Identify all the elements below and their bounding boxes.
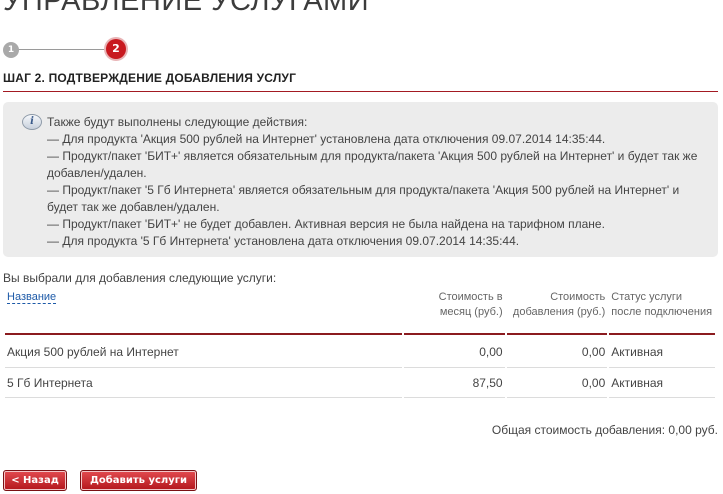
info-line: — Продукт/пакет '5 Гб Интернета' являетс… (47, 183, 680, 214)
info-box: i Также будут выполнены следующие действ… (3, 102, 718, 257)
total-cost: Общая стоимость добавления: 0,00 руб. (491, 423, 718, 437)
step-indicator: 1 2 (3, 39, 133, 61)
service-status: Активная (609, 368, 715, 398)
service-status: Активная (609, 335, 715, 368)
table-header-row: Название Стоимость в месяц (руб.) Стоимос… (5, 288, 715, 335)
monthly-cost: 87,50 (403, 368, 505, 398)
sort-by-name-link[interactable]: Название (7, 291, 57, 304)
column-header-name: Название (5, 288, 402, 335)
step-heading: ШАГ 2. ПОДТВЕРЖДЕНИЕ ДОБАВЛЕНИЯ УСЛУГ (3, 71, 297, 85)
info-icon: i (22, 114, 42, 130)
page-title: УПРАВЛЕНИЕ УСЛУГАМИ (3, 0, 370, 17)
column-header-status: Статус услуги после подключения (609, 288, 715, 335)
step-connector (17, 49, 113, 50)
step-1-indicator: 1 (3, 42, 19, 58)
table-row: 5 Гб Интернета 87,50 0,00 Активная (5, 368, 715, 398)
info-line: — Для продукта '5 Гб Интернета' установл… (47, 234, 520, 248)
table-row: Акция 500 рублей на Интернет 0,00 0,00 А… (5, 335, 715, 368)
heading-divider (3, 91, 718, 92)
column-header-monthly-cost: Стоимость в месяц (руб.) (403, 288, 505, 335)
service-name: 5 Гб Интернета (5, 368, 402, 398)
monthly-cost: 0,00 (403, 335, 505, 368)
service-name: Акция 500 рублей на Интернет (5, 335, 402, 368)
column-header-adding-cost: Стоимость добавления (руб.) (506, 288, 608, 335)
info-line: — Продукт/пакет 'БИТ+' является обязател… (47, 149, 698, 180)
info-intro: Также будут выполнены следующие действия… (47, 115, 308, 129)
services-table: Название Стоимость в месяц (руб.) Стоимос… (3, 288, 717, 398)
info-line: — Продукт/пакет 'БИТ+' не будет добавлен… (47, 217, 605, 231)
selection-lead: Вы выбрали для добавления следующие услу… (3, 271, 277, 285)
step-2-indicator-active: 2 (106, 39, 126, 59)
info-line: — Для продукта 'Акция 500 рублей на Инте… (47, 132, 606, 146)
adding-cost: 0,00 (506, 335, 608, 368)
adding-cost: 0,00 (506, 368, 608, 398)
add-services-button[interactable]: Добавить услуги (80, 470, 197, 491)
back-button[interactable]: < Назад (3, 470, 67, 491)
